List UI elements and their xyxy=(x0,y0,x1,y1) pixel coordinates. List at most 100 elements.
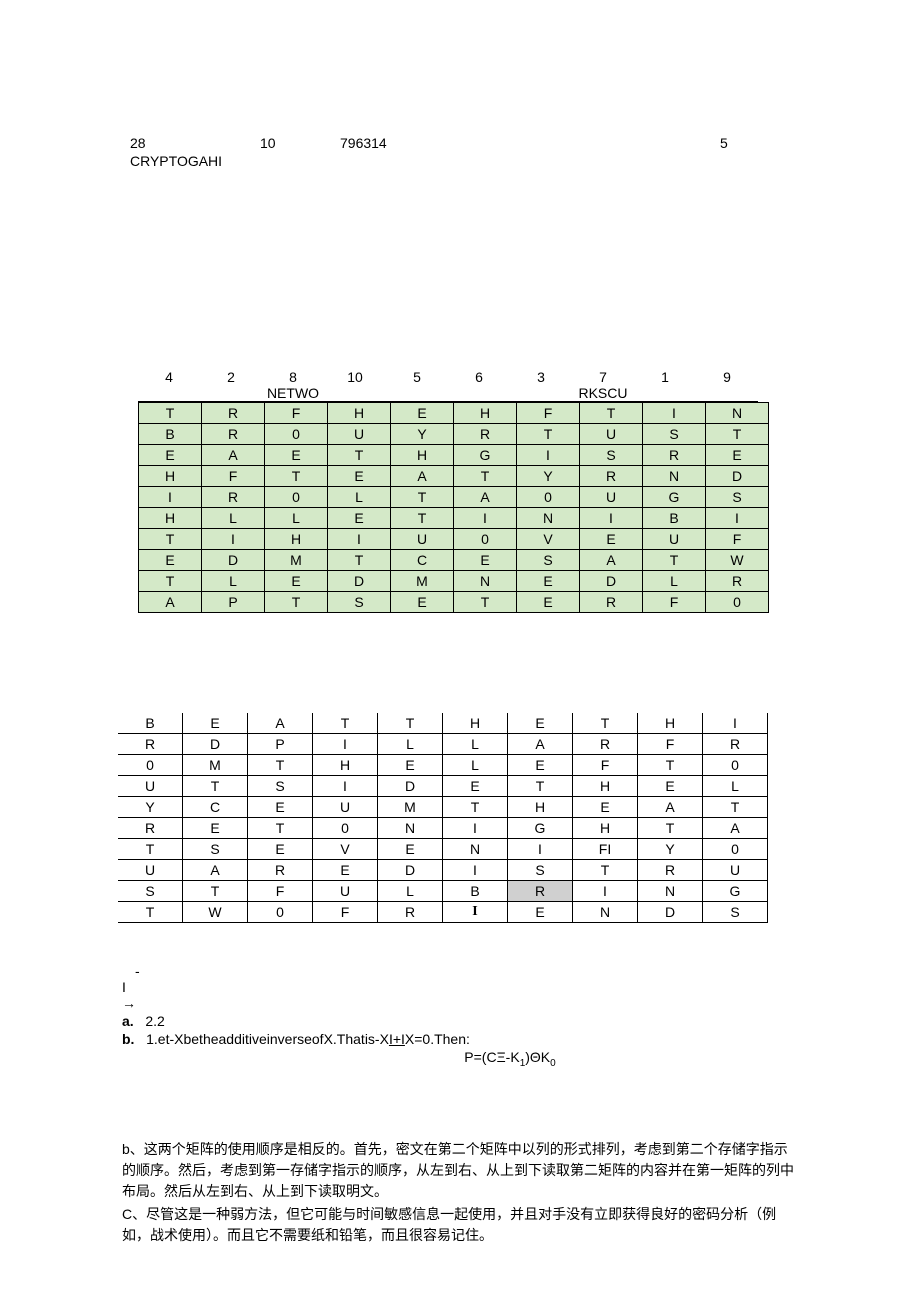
plain-cell: E xyxy=(638,776,703,797)
cipher-cell: R xyxy=(580,592,643,613)
cipher-cell: T xyxy=(139,529,202,550)
cipher-cell: 0 xyxy=(517,487,580,508)
cipher-cell: S xyxy=(328,592,391,613)
num-796314: 796314 xyxy=(340,135,720,151)
cipher-cell: T xyxy=(454,592,517,613)
plain-cell: 0 xyxy=(703,755,768,776)
plain-cell: C xyxy=(183,797,248,818)
plain-cell: R xyxy=(118,818,183,839)
plain-cell: W xyxy=(183,902,248,923)
plain-cell: F xyxy=(248,881,313,902)
cipher-cell: U xyxy=(643,529,706,550)
plain-cell: T xyxy=(248,755,313,776)
plain-cell: T xyxy=(248,818,313,839)
cipher-cell: D xyxy=(706,466,769,487)
cipher-cell: T xyxy=(328,550,391,571)
col-num: 8 xyxy=(262,369,324,385)
plain-cell: I xyxy=(313,776,378,797)
cipher-cell: I xyxy=(202,529,265,550)
plain-cell: B xyxy=(118,713,183,734)
plain-cell: H xyxy=(638,713,703,734)
plain-cell: G xyxy=(703,881,768,902)
cipher-cell: T xyxy=(391,487,454,508)
cipher-cell: B xyxy=(643,508,706,529)
plain-cell: P xyxy=(248,734,313,755)
plain-cell: T xyxy=(638,755,703,776)
plain-cell: L xyxy=(443,734,508,755)
a-text: 2.2 xyxy=(145,1013,164,1029)
plain-cell: M xyxy=(378,797,443,818)
plain-cell: I xyxy=(313,734,378,755)
plain-cell: T xyxy=(118,902,183,923)
plain-cell: R xyxy=(248,860,313,881)
plain-cell: F xyxy=(638,734,703,755)
item-a: a. 2.2 xyxy=(122,1013,880,1029)
cipher-cell: F xyxy=(643,592,706,613)
cipher-cell: U xyxy=(580,487,643,508)
cipher-cell: I xyxy=(643,403,706,424)
cipher-cell: L xyxy=(202,571,265,592)
plain-cell: D xyxy=(183,734,248,755)
col-num: 6 xyxy=(448,369,510,385)
cipher-cell: I xyxy=(580,508,643,529)
cipher-cell: S xyxy=(517,550,580,571)
cipher-cell: L xyxy=(202,508,265,529)
cipher-cell: T xyxy=(454,466,517,487)
plain-cell: Y xyxy=(118,797,183,818)
plain-cell: T xyxy=(638,818,703,839)
plain-cell: R xyxy=(703,734,768,755)
keyword-cell xyxy=(324,385,386,402)
keyword-cell xyxy=(386,385,448,402)
cipher-cell: L xyxy=(643,571,706,592)
num-28: 28 xyxy=(130,135,260,151)
cipher-cell: E xyxy=(328,466,391,487)
plain-cell: T xyxy=(703,797,768,818)
plain-cell: T xyxy=(573,713,638,734)
cipher-cell: T xyxy=(265,466,328,487)
cipher-cell: H xyxy=(265,529,328,550)
item-b: b. 1.et-XbetheadditiveinverseofX.Thatis-… xyxy=(122,1031,880,1047)
cipher-cell: N xyxy=(517,508,580,529)
cipher-cell: T xyxy=(139,571,202,592)
cipher-cell: R xyxy=(643,445,706,466)
arrow-icon: → xyxy=(122,995,880,1011)
col-num: 7 xyxy=(572,369,634,385)
cipher-cell: R xyxy=(202,424,265,445)
cipher-cell: S xyxy=(580,445,643,466)
cipher-cell: H xyxy=(139,508,202,529)
col-num: 1 xyxy=(634,369,696,385)
cipher-cell: S xyxy=(706,487,769,508)
cipher-cell: L xyxy=(328,487,391,508)
cipher-cell: E xyxy=(139,550,202,571)
cipher-cell: T xyxy=(580,403,643,424)
cipher-cell: E xyxy=(265,571,328,592)
plain-cell: U xyxy=(313,797,378,818)
cipher-cell: I xyxy=(139,487,202,508)
a-label: a. xyxy=(122,1013,134,1029)
cipher-cell: T xyxy=(391,508,454,529)
plain-cell: L xyxy=(378,881,443,902)
b-text-3: X=0.Then: xyxy=(405,1031,470,1047)
plain-cell: D xyxy=(378,776,443,797)
b-text-1: 1.et-XbetheadditiveinverseofX.Thatis-X xyxy=(146,1031,389,1047)
col-num: 2 xyxy=(200,369,262,385)
cipher-cell: N xyxy=(706,403,769,424)
keyword-cell: RKSCU xyxy=(572,385,634,402)
plain-cell: 0 xyxy=(248,902,313,923)
keyword-cell xyxy=(448,385,510,402)
plain-cell: L xyxy=(443,755,508,776)
keyword-cell xyxy=(510,385,572,402)
column-numbers: 42810563719 xyxy=(138,369,880,385)
dash: - xyxy=(135,963,880,979)
formula-mid: )ΘK xyxy=(525,1049,550,1065)
plain-cell: T xyxy=(508,776,573,797)
plain-cell: H xyxy=(573,776,638,797)
plain-cell: R xyxy=(118,734,183,755)
plain-cell: I xyxy=(443,860,508,881)
plain-cell: T xyxy=(443,797,508,818)
cipher-cell: D xyxy=(328,571,391,592)
cipher-cell: 0 xyxy=(454,529,517,550)
plain-cell: T xyxy=(378,713,443,734)
cipher-cell: E xyxy=(454,550,517,571)
cipher-cell: M xyxy=(265,550,328,571)
